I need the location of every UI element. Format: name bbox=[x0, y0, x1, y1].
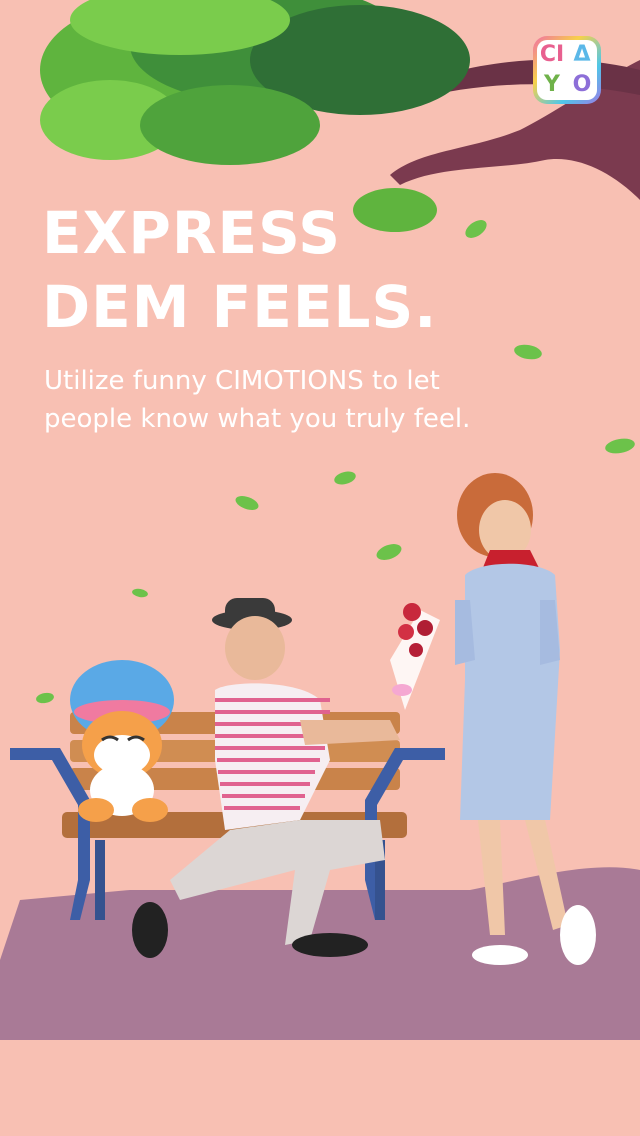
subtitle-line-2: people know what you truly feel. bbox=[44, 404, 471, 434]
logo-letter-1: CI bbox=[539, 42, 565, 67]
headline-line-1: EXPRESS bbox=[42, 199, 342, 267]
logo-letter-4: O bbox=[572, 72, 592, 97]
subtitle: Utilize funny CIMOTIONS to let people kn… bbox=[44, 362, 564, 438]
headline: EXPRESS DEM FEELS. bbox=[42, 196, 462, 344]
rose-bouquet bbox=[390, 603, 440, 710]
headline-line-2: DEM FEELS. bbox=[42, 273, 438, 341]
logo-letters: CI Δ Y O bbox=[537, 40, 597, 100]
promo-screen: CI Δ Y O EXPRESS DEM FEELS. Utilize funn… bbox=[0, 0, 640, 1136]
logo-letter-3: Y bbox=[544, 72, 560, 97]
ground-bottom bbox=[0, 1040, 640, 1136]
illustration bbox=[0, 0, 640, 1136]
subtitle-line-1: Utilize funny CIMOTIONS to let bbox=[44, 366, 440, 396]
logo-letter-2: Δ bbox=[573, 42, 591, 67]
ciayo-logo-icon: CI Δ Y O bbox=[533, 36, 601, 104]
